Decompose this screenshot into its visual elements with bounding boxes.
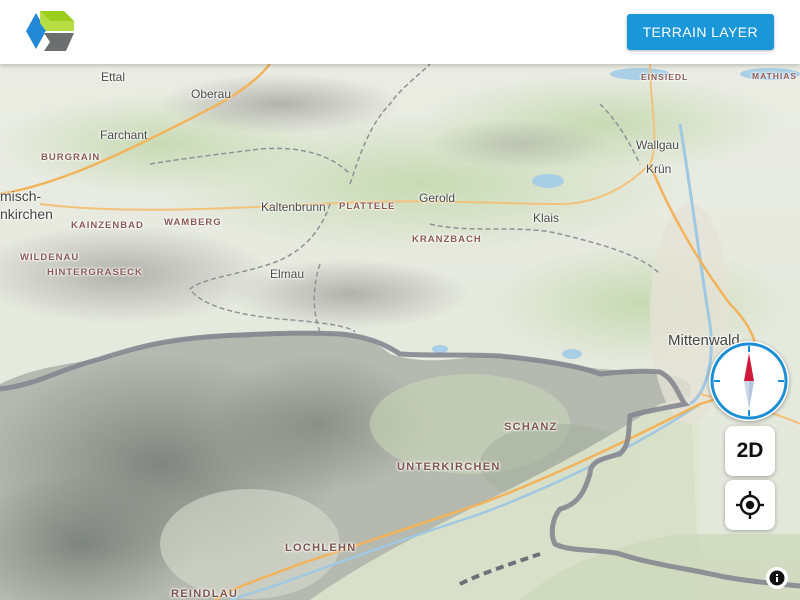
place-label-gerold: Gerold [419, 191, 456, 205]
app-header: TERRAIN LAYER [0, 0, 800, 64]
place-label-wildenau: WILDENAU [20, 252, 80, 263]
place-label-kainzenbad: KAINZENBAD [71, 220, 144, 231]
info-icon[interactable] [766, 567, 788, 589]
compass-icon[interactable] [709, 341, 789, 421]
place-label-mathias: MATHIAS [752, 71, 798, 81]
place-label-burgrain: BURGRAIN [41, 152, 101, 163]
place-label-unterkirchen: UNTERKIRCHEN [397, 461, 501, 473]
place-label-elmau: Elmau [270, 267, 305, 281]
terrain-layer-button[interactable]: TERRAIN LAYER [626, 14, 774, 50]
place-label-garmisch-part1: misch- [0, 188, 42, 204]
place-label-schanz: SCHANZ [504, 421, 558, 433]
place-label-hintergraseck: HINTERGRASECK [47, 267, 143, 278]
place-label-plattele: PLATTELE [339, 201, 396, 212]
cube-logo-icon[interactable] [24, 9, 76, 55]
place-label-reindlau: REINDLAU [171, 588, 239, 600]
place-label-lochlehn: LOCHLEHN [285, 542, 357, 554]
place-label-wamberg: WAMBERG [164, 217, 222, 228]
place-label-wallgau: Wallgau [636, 138, 679, 152]
place-label-kranzbach: KRANZBACH [412, 234, 482, 245]
terrain-map[interactable]: Ettal Oberau Farchant BURGRAIN misch- nk… [0, 64, 800, 600]
place-label-krun: Krün [646, 162, 672, 176]
place-label-farchant: Farchant [100, 128, 148, 142]
place-label-oberau: Oberau [191, 87, 232, 101]
place-label-ettal: Ettal [101, 70, 126, 84]
place-label-kaltenbrunn: Kaltenbrunn [261, 200, 326, 214]
place-label-klais: Klais [533, 211, 560, 225]
place-label-einsiedl: EINSIEDL [641, 72, 689, 82]
crosshair-locate-icon[interactable] [725, 480, 775, 530]
view-mode-2d-button[interactable]: 2D [725, 426, 775, 476]
place-label-garmisch-part2: nkirchen [0, 206, 53, 222]
